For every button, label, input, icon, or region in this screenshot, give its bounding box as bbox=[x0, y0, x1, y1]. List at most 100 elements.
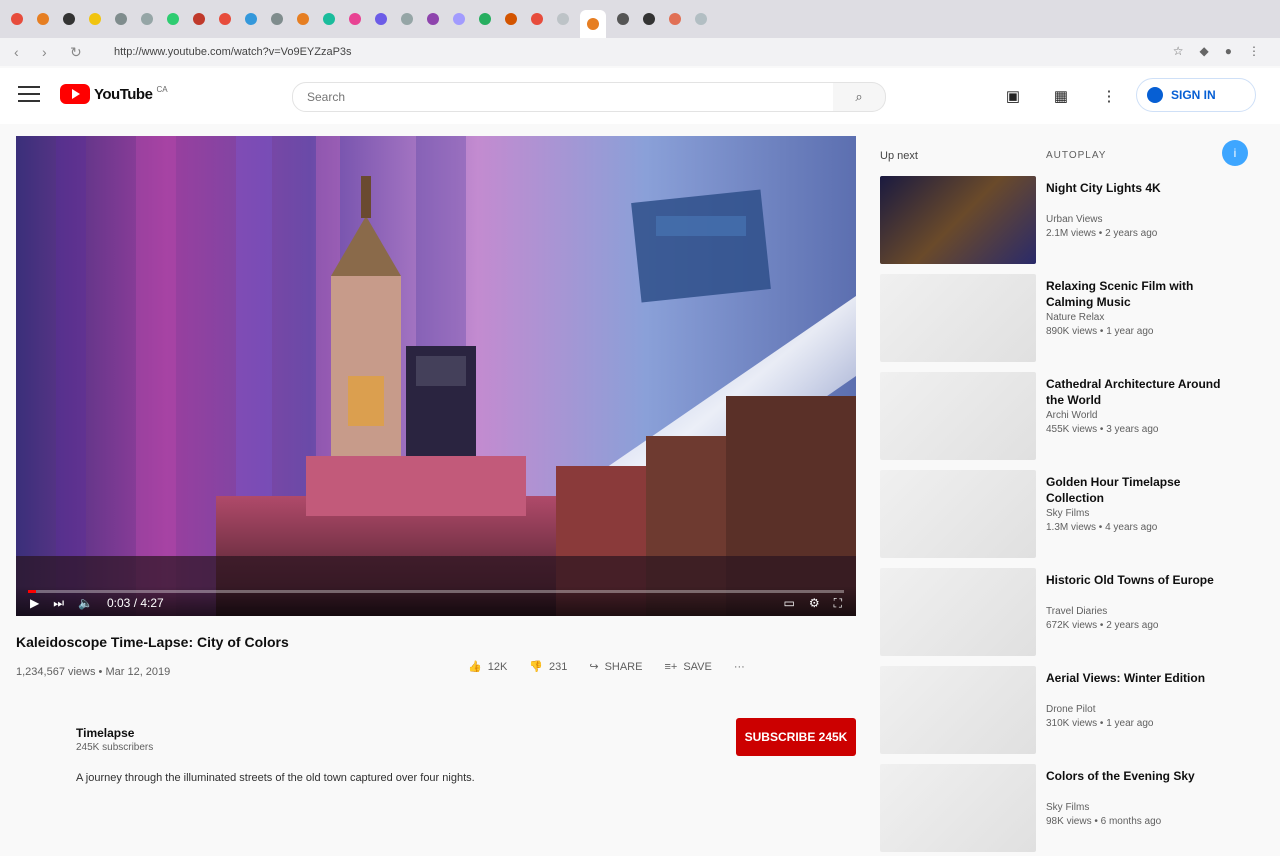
subscribe-button[interactable]: SUBSCRIBE 245K bbox=[736, 718, 856, 756]
recommended-title[interactable]: Golden Hour Timelapse Collection bbox=[1046, 474, 1226, 506]
tab-favicon-icon bbox=[297, 13, 309, 25]
browser-tab[interactable] bbox=[640, 10, 658, 28]
next-icon[interactable]: ⏭ bbox=[53, 596, 64, 611]
browser-tab[interactable] bbox=[554, 10, 572, 28]
browser-tab[interactable] bbox=[666, 10, 684, 28]
browser-tab[interactable] bbox=[320, 10, 338, 28]
recommended-views: 310K views • 1 year ago bbox=[1046, 718, 1154, 729]
browser-tab[interactable] bbox=[692, 10, 710, 28]
video-thumbnail[interactable] bbox=[880, 470, 1036, 558]
recommended-title[interactable]: Cathedral Architecture Around the World bbox=[1046, 376, 1226, 408]
browser-tab[interactable] bbox=[476, 10, 494, 28]
browser-tab[interactable] bbox=[614, 10, 632, 28]
recommended-views: 890K views • 1 year ago bbox=[1046, 326, 1154, 337]
video-thumbnail[interactable] bbox=[880, 666, 1036, 754]
tab-favicon-icon bbox=[695, 13, 707, 25]
player-controls: ▶ ⏭ 🔈 0:03 / 4:27 ▭ ⚙ ⛶ bbox=[16, 586, 856, 616]
browser-tab[interactable] bbox=[8, 10, 26, 28]
dislike-button[interactable]: 👎 231 bbox=[529, 660, 567, 674]
browser-tab[interactable] bbox=[190, 10, 208, 28]
video-player[interactable]: ▶ ⏭ 🔈 0:03 / 4:27 ▭ ⚙ ⛶ bbox=[16, 136, 856, 616]
video-title: Kaleidoscope Time-Lapse: City of Colors bbox=[16, 634, 289, 650]
recommended-video[interactable]: Night City Lights 4K Urban Views 2.1M view… bbox=[880, 170, 1260, 268]
channel-name[interactable]: Timelapse bbox=[76, 726, 153, 740]
logo-country: CA bbox=[156, 84, 168, 94]
forward-icon[interactable]: › bbox=[42, 44, 56, 60]
thumbs-down-icon: 👎 bbox=[529, 661, 543, 673]
browser-tab[interactable] bbox=[138, 10, 156, 28]
progress-bar[interactable] bbox=[28, 590, 844, 593]
reload-icon[interactable]: ↻ bbox=[70, 44, 84, 61]
extension-icon[interactable]: ◆ bbox=[1200, 44, 1209, 58]
video-thumbnail[interactable] bbox=[880, 764, 1036, 852]
recommended-views: 1.3M views • 4 years ago bbox=[1046, 522, 1158, 533]
browser-tab[interactable] bbox=[86, 10, 104, 28]
tab-favicon-icon bbox=[587, 18, 599, 30]
player-settings-icon[interactable]: ⚙ bbox=[809, 596, 820, 611]
autoplay-toggle[interactable]: i bbox=[1222, 140, 1248, 166]
bookmark-icon[interactable]: ☆ bbox=[1173, 44, 1184, 58]
recommended-video[interactable]: Historic Old Towns of Europe Travel Diari… bbox=[880, 562, 1260, 660]
video-thumbnail[interactable] bbox=[880, 176, 1036, 264]
browser-tab[interactable] bbox=[294, 10, 312, 28]
share-button[interactable]: ↪ SHARE bbox=[589, 660, 642, 674]
browser-tab[interactable] bbox=[450, 10, 468, 28]
fullscreen-icon[interactable]: ⛶ bbox=[834, 596, 842, 611]
browser-tab[interactable] bbox=[242, 10, 260, 28]
captions-icon[interactable]: ▭ bbox=[783, 596, 794, 611]
video-thumbnail[interactable] bbox=[880, 568, 1036, 656]
site-logo[interactable]: YouTube CA bbox=[60, 84, 168, 104]
recommended-video[interactable]: Golden Hour Timelapse Collection Sky Film… bbox=[880, 464, 1260, 562]
video-frame bbox=[16, 136, 856, 616]
back-icon[interactable]: ‹ bbox=[14, 44, 28, 60]
browser-tab[interactable] bbox=[398, 10, 416, 28]
recommended-title[interactable]: Night City Lights 4K bbox=[1046, 180, 1226, 196]
tab-favicon-icon bbox=[63, 13, 75, 25]
browser-tab[interactable] bbox=[502, 10, 520, 28]
browser-menu-icon[interactable]: ⋮ bbox=[1248, 44, 1260, 58]
address-field[interactable]: http://www.youtube.com/watch?v=Vo9EYZzaP… bbox=[114, 46, 352, 58]
browser-tab[interactable] bbox=[424, 10, 442, 28]
search-button[interactable]: ⌕ bbox=[833, 82, 886, 112]
recommended-channel: Sky Films bbox=[1046, 508, 1090, 519]
recommendations-list: Night City Lights 4K Urban Views 2.1M view… bbox=[880, 170, 1260, 856]
browser-tab[interactable] bbox=[34, 10, 52, 28]
volume-icon[interactable]: 🔈 bbox=[78, 596, 93, 611]
browser-tab[interactable] bbox=[372, 10, 390, 28]
save-button[interactable]: ≡+ SAVE bbox=[664, 661, 711, 673]
settings-icon[interactable]: ⋮ bbox=[1098, 86, 1120, 106]
browser-tab[interactable] bbox=[528, 10, 546, 28]
browser-tab[interactable] bbox=[268, 10, 286, 28]
recommended-channel: Sky Films bbox=[1046, 802, 1090, 813]
create-video-icon[interactable]: ▣ bbox=[1002, 86, 1024, 106]
profile-icon[interactable]: ● bbox=[1225, 44, 1232, 58]
browser-tab[interactable] bbox=[216, 10, 234, 28]
recommended-video[interactable]: Aerial Views: Winter Edition Drone Pilot 3… bbox=[880, 660, 1260, 758]
browser-tab[interactable] bbox=[580, 10, 606, 38]
recommended-video[interactable]: Colors of the Evening Sky Sky Films 98K vi… bbox=[880, 758, 1260, 856]
recommended-title[interactable]: Aerial Views: Winter Edition bbox=[1046, 670, 1226, 686]
search-input[interactable] bbox=[305, 89, 809, 105]
browser-tab[interactable] bbox=[112, 10, 130, 28]
menu-icon[interactable] bbox=[18, 86, 40, 102]
apps-icon[interactable]: ▦ bbox=[1050, 86, 1072, 106]
recommended-title[interactable]: Colors of the Evening Sky bbox=[1046, 768, 1226, 784]
tab-favicon-icon bbox=[505, 13, 517, 25]
tab-favicon-icon bbox=[37, 13, 49, 25]
recommended-video[interactable]: Cathedral Architecture Around the World A… bbox=[880, 366, 1260, 464]
recommended-title[interactable]: Relaxing Scenic Film with Calming Music bbox=[1046, 278, 1226, 310]
browser-tab[interactable] bbox=[346, 10, 364, 28]
more-actions-button[interactable]: ··· bbox=[734, 661, 745, 673]
like-button[interactable]: 👍 12K bbox=[468, 660, 507, 674]
recommended-title[interactable]: Historic Old Towns of Europe bbox=[1046, 572, 1226, 588]
browser-tab[interactable] bbox=[164, 10, 182, 28]
site-header: YouTube CA ⌕ ▣ ▦ ⋮ SIGN IN bbox=[0, 68, 1280, 124]
recommended-video[interactable]: Relaxing Scenic Film with Calming Music N… bbox=[880, 268, 1260, 366]
tab-favicon-icon bbox=[479, 13, 491, 25]
sign-in-button[interactable]: SIGN IN bbox=[1136, 78, 1256, 112]
play-icon[interactable]: ▶ bbox=[30, 596, 39, 611]
browser-tab[interactable] bbox=[60, 10, 78, 28]
video-thumbnail[interactable] bbox=[880, 372, 1036, 460]
video-thumbnail[interactable] bbox=[880, 274, 1036, 362]
sign-in-label: SIGN IN bbox=[1171, 88, 1216, 102]
